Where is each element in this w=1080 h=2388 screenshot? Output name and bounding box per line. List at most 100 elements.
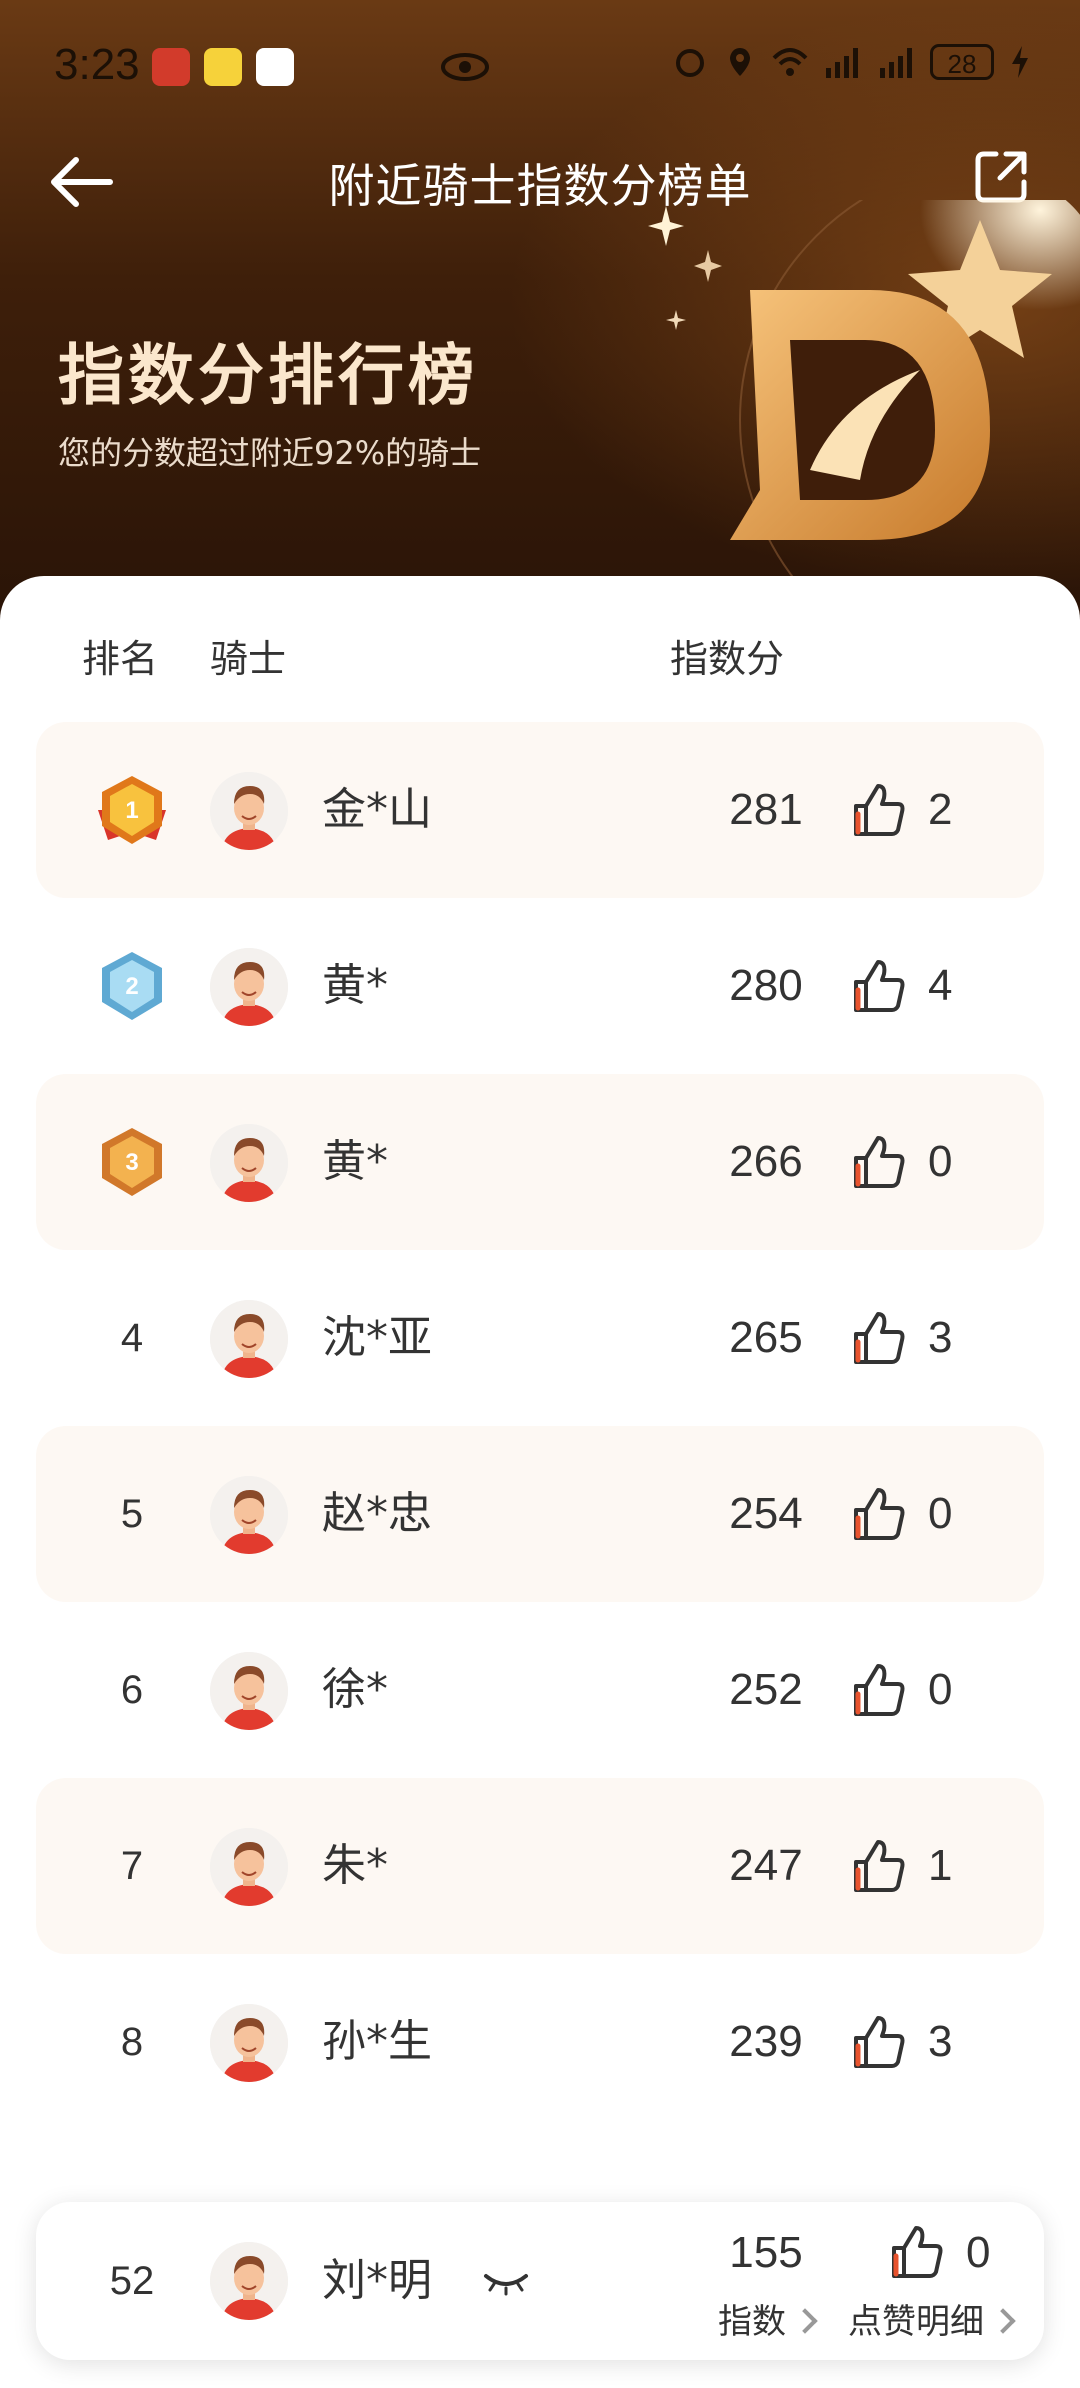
ranking-row[interactable]: 7 朱* 247 1 <box>36 1778 1044 1954</box>
ranking-row[interactable]: 4 沈*亚 265 3 <box>36 1250 1044 1426</box>
ranking-row[interactable]: 1 金*山 281 2 <box>36 722 1044 898</box>
avatar[interactable] <box>210 1300 288 1378</box>
rank-medal-number: 2 <box>125 973 138 1000</box>
like-count: 1 <box>928 1841 953 1890</box>
rider-name: 黄* <box>322 960 388 1011</box>
header-banner: 3:23 28 附近骑士指数分榜单 指数分排行榜 您的分数超过附近92%的骑士 <box>0 0 1080 620</box>
rider-name: 金*山 <box>322 784 432 835</box>
rider-avatar-icon <box>210 1828 288 1906</box>
share-icon[interactable] <box>972 148 1030 206</box>
charging-icon <box>1012 46 1028 78</box>
status-icons: 28 <box>672 44 1032 80</box>
rank-number: 6 <box>120 1668 144 1712</box>
avatar[interactable] <box>210 948 288 1026</box>
like-count: 0 <box>928 1665 953 1714</box>
rank-medal-number: 1 <box>125 797 138 824</box>
like-button[interactable] <box>848 956 908 1016</box>
hero-title: 指数分排行榜 <box>58 337 478 414</box>
column-score-header: 指数分 <box>670 637 785 681</box>
hero-subtitle: 您的分数超过附近92%的骑士 <box>58 434 482 472</box>
rank-medal-icon: 1 <box>98 776 166 844</box>
thumbs-up-icon <box>854 1136 905 1188</box>
my-rank-card: 52 刘*明 155 指数 0 点赞明细 <box>36 2202 1044 2360</box>
likes-detail-label: 点赞明细 <box>848 2302 984 2342</box>
thumbs-up-icon <box>854 784 905 836</box>
rider-name: 黄* <box>322 1136 388 1187</box>
rider-avatar-icon <box>210 1476 288 1554</box>
like-button[interactable] <box>848 2012 908 2072</box>
my-like-count: 0 <box>966 2228 991 2277</box>
like-button[interactable] <box>848 1132 908 1192</box>
status-time: 3:23 <box>54 40 140 89</box>
like-button[interactable] <box>848 1484 908 1544</box>
thumbs-up-icon <box>854 1664 905 1716</box>
thumbs-up-icon <box>854 2016 905 2068</box>
my-name: 刘*明 <box>322 2255 432 2306</box>
meituan-app-icon <box>204 48 242 86</box>
thumbs-up-icon <box>854 960 905 1012</box>
score-detail-link[interactable]: 指数 <box>666 2294 866 2343</box>
rider-score: 266 <box>729 1137 803 1186</box>
avatar[interactable] <box>210 1828 288 1906</box>
rank-number: 7 <box>120 1844 144 1888</box>
like-count: 0 <box>928 1137 953 1186</box>
rider-score: 252 <box>729 1665 803 1714</box>
column-rider-header: 骑士 <box>210 637 287 681</box>
ranking-panel: 排名 骑士 指数分 1 金*山 281 2 2 黄* 280 4 3 黄* 266 0 4 沈*亚 265 3… <box>0 576 1080 2388</box>
rider-score: 254 <box>729 1489 803 1538</box>
rider-score: 281 <box>729 785 803 834</box>
message-app-icon <box>256 48 294 86</box>
thumbs-up-icon <box>854 1840 905 1892</box>
rider-avatar-icon <box>210 1652 288 1730</box>
rider-score: 265 <box>729 1313 803 1362</box>
battery-indicator: 28 <box>930 44 994 80</box>
score-detail-label: 指数 <box>718 2302 786 2342</box>
rider-name: 孙*生 <box>322 2016 432 2067</box>
rider-avatar-icon <box>210 772 288 850</box>
thumbs-up-icon <box>854 1312 905 1364</box>
rider-score: 247 <box>729 1841 803 1890</box>
like-button[interactable] <box>848 1660 908 1720</box>
my-rank: 52 <box>109 2259 155 2303</box>
avatar[interactable] <box>210 1476 288 1554</box>
signal-4g-icon-2 <box>880 48 912 78</box>
thumbs-up-icon[interactable] <box>886 2222 946 2282</box>
rider-score: 280 <box>729 961 803 1010</box>
rank-medal-number: 3 <box>125 1149 138 1176</box>
rider-name: 赵*忠 <box>322 1488 432 1539</box>
ranking-row[interactable]: 5 赵*忠 254 0 <box>36 1426 1044 1602</box>
rank-medal-icon: 3 <box>102 1128 162 1196</box>
chevron-right-icon <box>792 2307 818 2334</box>
ranking-row[interactable]: 3 黄* 266 0 <box>36 1074 1044 1250</box>
avatar[interactable] <box>210 2242 288 2320</box>
eye-icon <box>441 53 489 81</box>
rider-avatar-icon <box>210 2242 288 2320</box>
rider-score: 239 <box>729 2017 803 2066</box>
hide-name-icon[interactable] <box>476 2264 536 2300</box>
wifi-icon <box>772 48 808 76</box>
status-bar: 3:23 28 <box>0 0 1080 130</box>
like-button[interactable] <box>848 1836 908 1896</box>
avatar[interactable] <box>210 772 288 850</box>
rank-medal-icon: 2 <box>102 952 162 1020</box>
likes-detail-link[interactable]: 点赞明细 <box>848 2294 1016 2343</box>
avatar[interactable] <box>210 1124 288 1202</box>
like-button[interactable] <box>848 1308 908 1368</box>
d-logo-badge <box>730 200 1080 600</box>
avatar[interactable] <box>210 1652 288 1730</box>
ranking-row[interactable]: 6 徐* 252 0 <box>36 1602 1044 1778</box>
like-count: 3 <box>928 2017 953 2066</box>
my-score: 155 <box>729 2228 803 2277</box>
like-count: 2 <box>928 785 953 834</box>
rank-number: 8 <box>120 2020 144 2064</box>
jd-app-icon <box>152 48 190 86</box>
ranking-row[interactable]: 8 孙*生 239 3 <box>36 1954 1044 2130</box>
signal-4g-icon <box>826 48 858 78</box>
ranking-row[interactable]: 2 黄* 280 4 <box>36 898 1044 1074</box>
like-button[interactable] <box>848 780 908 840</box>
rank-number: 4 <box>120 1316 144 1360</box>
avatar[interactable] <box>210 2004 288 2082</box>
rank-number: 5 <box>120 1492 144 1536</box>
chevron-right-icon <box>990 2307 1016 2334</box>
rider-name: 沈*亚 <box>322 1312 432 1363</box>
